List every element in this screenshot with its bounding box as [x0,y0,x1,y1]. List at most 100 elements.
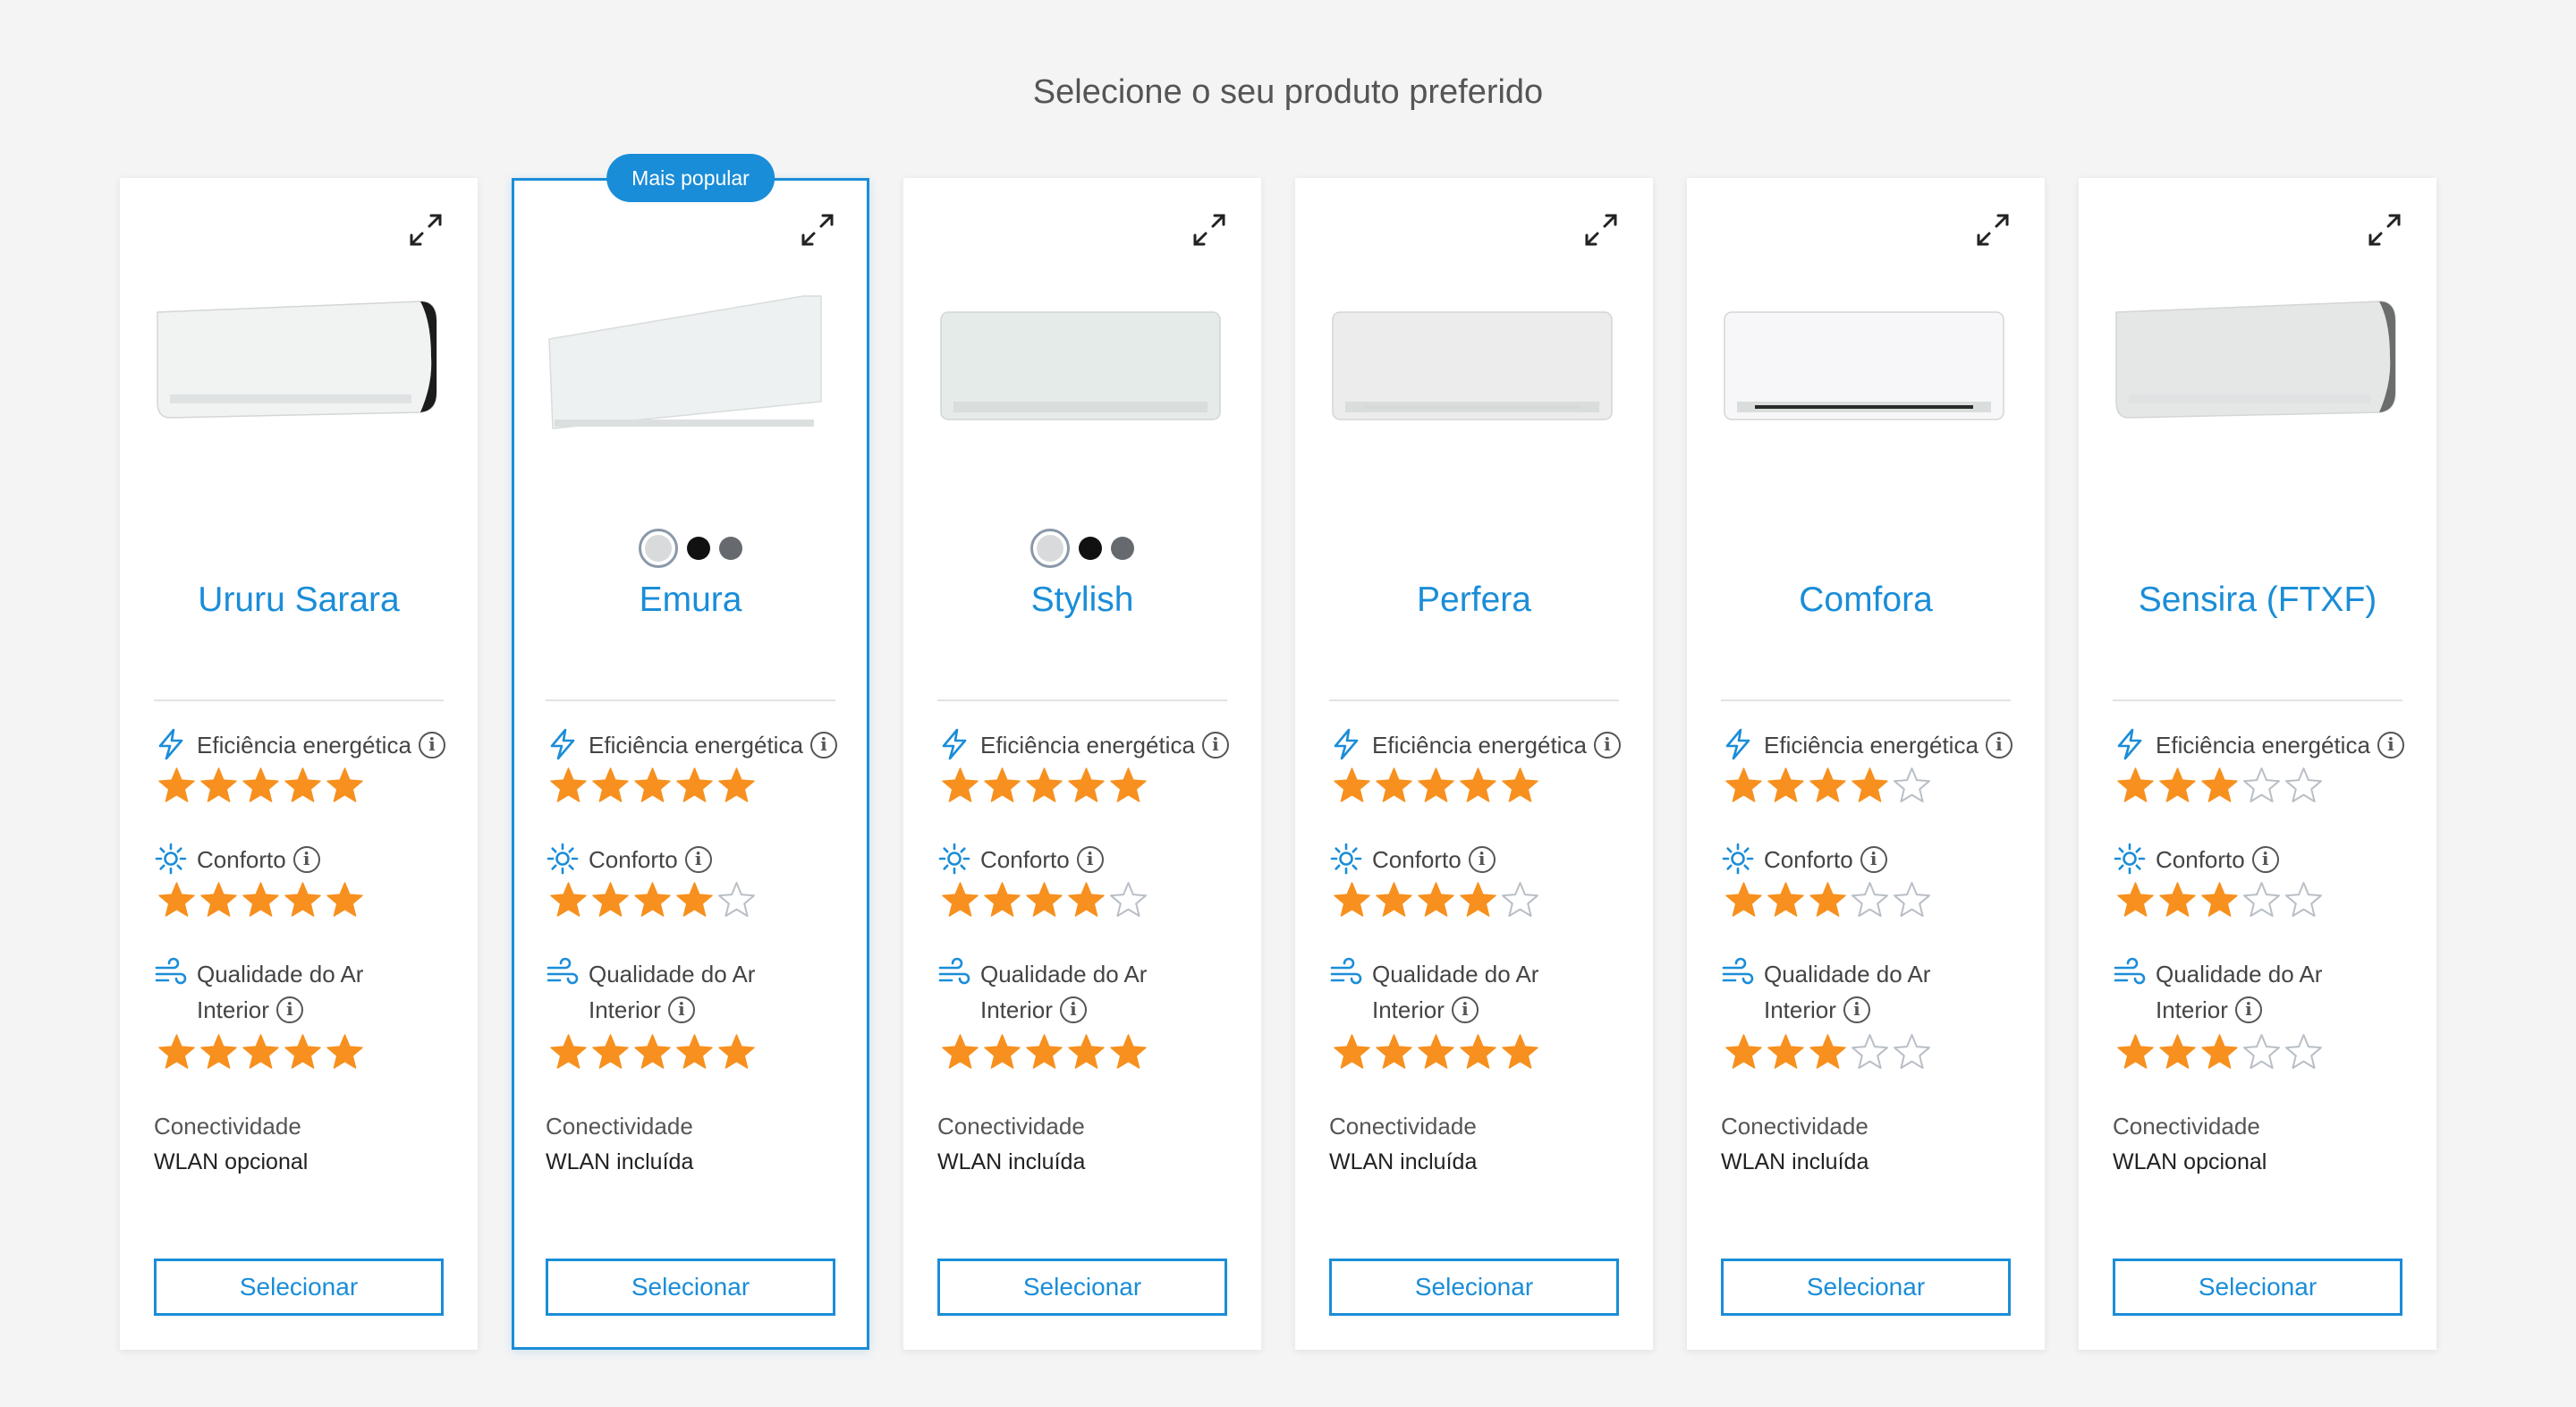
star-filled-icon [158,1034,195,1069]
star-filled-icon [284,1034,321,1069]
info-icon[interactable]: i [809,732,837,759]
select-button[interactable]: Selecionar [154,1259,444,1316]
star-filled-icon [984,767,1021,802]
air-quality-rating: Qualidade do Ar Interior i [937,956,1241,1072]
star-filled-icon [550,767,587,802]
star-filled-icon [1725,882,1762,917]
product-card[interactable]: Comfora Eficiência energética i Conforto i Qu… [1687,178,2045,1350]
connectivity-label: Conectividade [1329,1113,1477,1140]
product-name[interactable]: Comfora [1687,581,2045,620]
air-quality-header: Qualidade do Ar Interior i [154,956,458,1028]
star-filled-icon [718,767,755,802]
product-cards: Ururu Sarara Eficiência energética i Confor… [120,154,2445,1350]
info-icon[interactable]: i [1468,846,1496,874]
efficiency-header: Eficiência energética i [1329,727,1633,763]
comfort-stars [1333,881,1633,920]
expand-icon[interactable] [1190,210,1229,250]
star-filled-icon [1809,882,1846,917]
star-filled-icon [326,767,363,802]
info-icon[interactable]: i [1059,996,1087,1024]
info-icon[interactable]: i [667,996,695,1024]
air-quality-header: Qualidade do Ar Interior i [546,956,850,1028]
info-icon[interactable]: i [2377,732,2404,759]
info-icon[interactable]: i [2251,846,2279,874]
product-name[interactable]: Stylish [903,581,1261,620]
expand-icon[interactable] [1581,210,1621,250]
product-name[interactable]: Ururu Sarara [120,581,478,620]
star-filled-icon [1334,1034,1370,1069]
lightning-icon [942,728,967,760]
info-icon[interactable]: i [1593,732,1621,759]
air-quality-stars [157,1033,458,1072]
select-button[interactable]: Selecionar [1721,1259,2011,1316]
comfort-label-text: Conforto [589,846,678,873]
sun-icon [938,843,970,875]
comfort-stars [941,881,1241,920]
efficiency-label: Eficiência energética i [1372,727,1621,763]
swatch-white[interactable] [1030,529,1070,568]
info-icon[interactable]: i [1843,996,1870,1024]
info-icon[interactable]: i [275,996,303,1024]
sun-icon [1330,843,1362,875]
product-card[interactable]: Stylish Eficiência energética i Conforto i Qu… [903,178,1261,1350]
product-card[interactable]: Ururu Sarara Eficiência energética i Confor… [120,178,478,1350]
info-icon[interactable]: i [418,732,445,759]
connectivity-label: Conectividade [154,1113,301,1140]
star-filled-icon [1852,767,1888,802]
star-filled-icon [200,882,237,917]
expand-icon[interactable] [2365,210,2404,250]
info-icon[interactable]: i [1985,732,2012,759]
product-name[interactable]: Sensira (FTXF) [2079,581,2436,620]
info-icon[interactable]: i [2234,996,2262,1024]
info-icon[interactable]: i [1451,996,1479,1024]
star-empty-icon [2285,767,2322,802]
info-icon[interactable]: i [1076,846,1104,874]
efficiency-stars [549,767,850,805]
product-card[interactable]: Perfera Eficiência energética i Conforto i Qu… [1295,178,1653,1350]
star-filled-icon [1026,1034,1063,1069]
info-icon[interactable]: i [1860,846,1887,874]
efficiency-rating: Eficiência energética i [1721,727,2025,805]
comfort-header: Conforto i [2113,842,2417,877]
expand-icon[interactable] [1973,210,2012,250]
star-filled-icon [634,1034,671,1069]
info-icon[interactable]: i [684,846,712,874]
star-filled-icon [1502,1034,1538,1069]
select-button[interactable]: Selecionar [1329,1259,1619,1316]
star-filled-icon [634,882,671,917]
expand-icon[interactable] [406,210,445,250]
select-button[interactable]: Selecionar [2113,1259,2402,1316]
star-filled-icon [634,767,671,802]
select-button[interactable]: Selecionar [546,1259,835,1316]
swatch-white[interactable] [639,529,678,568]
info-icon[interactable]: i [292,846,320,874]
swatch-silver[interactable] [1111,537,1134,560]
efficiency-rating: Eficiência energética i [546,727,850,805]
product-card[interactable]: Mais popular Emura Eficiência energética i C… [512,154,869,1350]
product-card[interactable]: Sensira (FTXF) Eficiência energética i Conf… [2079,178,2436,1350]
swatch-black[interactable] [1079,537,1102,560]
expand-icon[interactable] [798,210,837,250]
efficiency-header: Eficiência energética i [546,727,850,763]
swatch-black[interactable] [687,537,710,560]
star-filled-icon [2117,882,2154,917]
air-quality-stars [941,1033,1241,1072]
efficiency-stars [157,767,458,805]
product-name[interactable]: Perfera [1295,581,1653,620]
air-quality-label: Qualidade do Ar Interior i [1372,956,1560,1028]
star-filled-icon [1068,882,1105,917]
select-button[interactable]: Selecionar [937,1259,1227,1316]
star-filled-icon [326,882,363,917]
divider [1329,699,1619,701]
star-filled-icon [2117,767,2154,802]
info-icon[interactable]: i [1201,732,1229,759]
star-filled-icon [2159,882,2196,917]
star-filled-icon [1809,767,1846,802]
star-filled-icon [2201,767,2238,802]
swatch-silver[interactable] [719,537,742,560]
comfort-header: Conforto i [937,842,1241,877]
lightning-icon [550,728,575,760]
swatch-fill [1037,535,1063,562]
product-name[interactable]: Emura [512,581,869,620]
air-quality-header: Qualidade do Ar Interior i [1721,956,2025,1028]
